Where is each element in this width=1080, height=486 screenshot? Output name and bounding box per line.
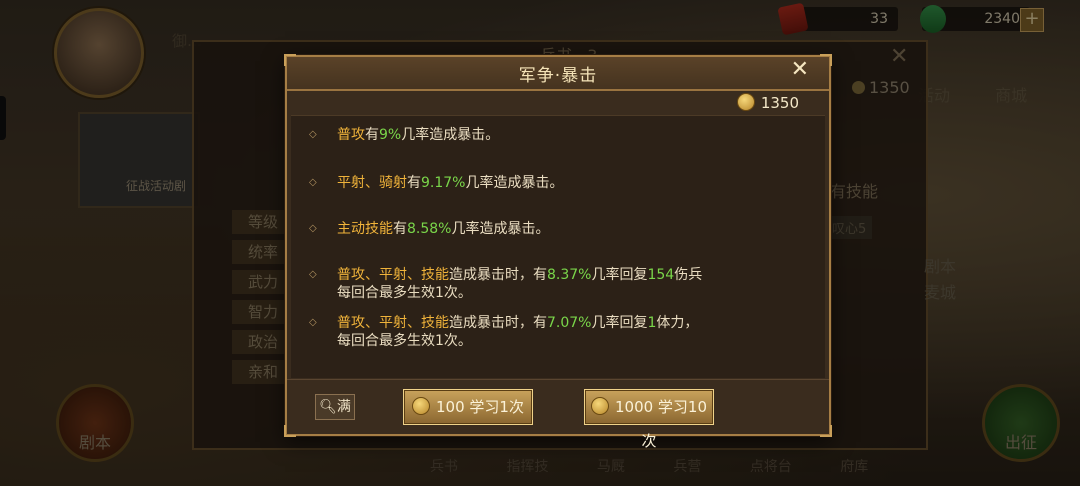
modal-footer: 🔍︎满 100 学习1次 1000 学习10次 [287, 379, 829, 450]
coin-icon [590, 397, 609, 415]
effect-list: ◇ 普攻有9%几率造成暴击。 ◇ 平射、骑射有9.17%几率造成暴击。 ◇ 主动… [291, 115, 825, 378]
gold-balance: 1350 [736, 93, 799, 112]
diamond-bullet-icon: ◇ [309, 317, 317, 328]
search-icon: 🔍︎ [319, 399, 337, 415]
diamond-bullet-icon: ◇ [309, 223, 317, 234]
effect-entry: ◇ 普攻、平射、技能造成暴击时，有8.37%几率回复154伤兵 每回合最多生效1… [309, 267, 703, 301]
learn-once-button[interactable]: 100 学习1次 [403, 389, 533, 425]
effect-entry: ◇ 普攻有9%几率造成暴击。 [309, 127, 500, 143]
max-level-button[interactable]: 🔍︎满 [315, 394, 355, 420]
modal-title: 军争·暴击 [518, 66, 598, 86]
coin-icon [412, 397, 431, 415]
skill-modal: 军争·暴击 ✕ 1350 ◇ 普攻有9%几率造成暴击。 ◇ 平射、骑射有9.17… [284, 54, 832, 450]
coin-icon [736, 93, 755, 111]
close-icon[interactable]: ✕ [791, 57, 809, 82]
diamond-bullet-icon: ◇ [309, 269, 317, 280]
learn-ten-times-button[interactable]: 1000 学习10次 [584, 389, 714, 450]
diamond-bullet-icon: ◇ [309, 129, 317, 140]
effect-entry: ◇ 主动技能有8.58%几率造成暴击。 [309, 221, 550, 237]
effect-entry: ◇ 普攻、平射、技能造成暴击时，有7.07%几率回复1体力， 每回合最多生效1次… [309, 315, 699, 349]
modal-header: 军争·暴击 ✕ [287, 57, 829, 91]
gold-value: 1350 [760, 94, 799, 112]
diamond-bullet-icon: ◇ [309, 177, 317, 188]
effect-entry: ◇ 平射、骑射有9.17%几率造成暴击。 [309, 175, 564, 191]
